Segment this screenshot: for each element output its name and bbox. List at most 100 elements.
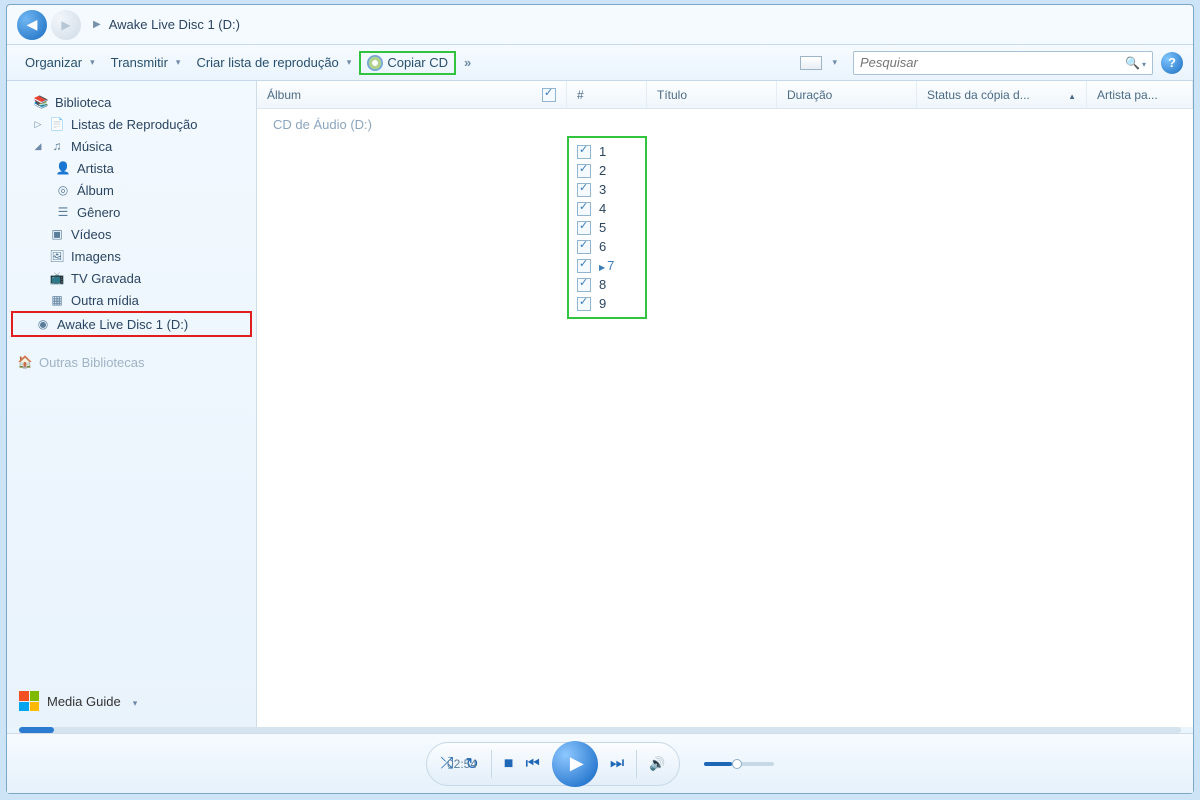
track-number: 1 (599, 144, 606, 159)
back-button[interactable] (17, 10, 47, 40)
track-checkbox-column: 1 2 3 4 5 6 7 8 9 (567, 136, 647, 319)
chevron-down-icon (129, 694, 138, 709)
divider (491, 750, 492, 778)
mute-button[interactable] (649, 756, 665, 772)
sidebar-disc-item[interactable]: ◉Awake Live Disc 1 (D:) (11, 311, 252, 337)
track-checkbox[interactable] (577, 183, 591, 197)
sidebar-other-media[interactable]: ▦Outra mídia (11, 289, 252, 311)
track-row[interactable]: 6 (569, 237, 645, 256)
sidebar-music[interactable]: ◢♫Música (11, 135, 252, 157)
track-number: 4 (599, 201, 606, 216)
track-row[interactable]: 8 (569, 275, 645, 294)
play-button[interactable] (552, 741, 598, 787)
track-checkbox[interactable] (577, 221, 591, 235)
sidebar-album[interactable]: ◎Álbum (11, 179, 252, 201)
track-number: 2 (599, 163, 606, 178)
sidebar-other-libraries[interactable]: 🏠Outras Bibliotecas (11, 351, 252, 373)
elapsed-time: 02:54 (447, 757, 477, 771)
sidebar-images[interactable]: 🖼Imagens (11, 245, 252, 267)
col-number[interactable]: # (567, 81, 647, 108)
nav-bar: Awake Live Disc 1 (D:) (7, 5, 1193, 45)
search-dropdown-icon (1140, 55, 1146, 70)
sidebar-artist[interactable]: 👤Artista (11, 157, 252, 179)
forward-button[interactable] (51, 10, 81, 40)
video-icon: ▣ (49, 226, 65, 242)
track-number: 5 (599, 220, 606, 235)
chevron-double-right-icon (464, 55, 471, 70)
artist-icon: 👤 (55, 160, 71, 176)
track-checkbox[interactable] (577, 202, 591, 216)
sidebar-videos[interactable]: ▣Vídeos (11, 223, 252, 245)
track-checkbox[interactable] (577, 240, 591, 254)
col-duration[interactable]: Duração (777, 81, 917, 108)
image-icon: 🖼 (49, 248, 65, 264)
volume-control[interactable] (704, 762, 774, 766)
track-number: 3 (599, 182, 606, 197)
search-input[interactable] (860, 55, 1125, 70)
other-media-icon: ▦ (49, 292, 65, 308)
sidebar-genre[interactable]: ☰Gênero (11, 201, 252, 223)
track-row[interactable]: 1 (569, 142, 645, 161)
track-checkbox[interactable] (577, 278, 591, 292)
help-button[interactable]: ? (1161, 52, 1183, 74)
rip-cd-button[interactable]: Copiar CD (359, 51, 456, 75)
col-artist[interactable]: Artista pa... (1087, 81, 1193, 108)
column-headers: Álbum # Título Duração Status da cópia d… (257, 81, 1193, 109)
playlist-icon: 📄 (49, 116, 65, 132)
view-options-button[interactable] (792, 52, 845, 74)
toolbar: Organizar Transmitir Criar lista de repr… (7, 45, 1193, 81)
track-checkbox[interactable] (577, 164, 591, 178)
overflow-button[interactable] (456, 51, 479, 74)
search-box[interactable] (853, 51, 1153, 75)
breadcrumb[interactable]: Awake Live Disc 1 (D:) (109, 17, 240, 32)
stream-menu[interactable]: Transmitir (103, 51, 189, 74)
track-number: 6 (599, 239, 606, 254)
rip-cd-label: Copiar CD (387, 55, 448, 70)
divider (636, 750, 637, 778)
track-number: 9 (599, 296, 606, 311)
genre-icon: ☰ (55, 204, 71, 220)
track-row[interactable]: 9 (569, 294, 645, 313)
create-playlist-menu[interactable]: Criar lista de reprodução (188, 51, 359, 74)
music-icon: ♫ (49, 138, 65, 154)
cd-icon (367, 55, 383, 71)
track-checkbox[interactable] (577, 297, 591, 311)
player-controls: 02:54 (7, 733, 1193, 793)
track-number: 7 (599, 258, 614, 273)
tv-icon: 📺 (49, 270, 65, 286)
disc-icon: ◉ (35, 316, 51, 332)
album-icon: ◎ (55, 182, 71, 198)
group-label: CD de Áudio (D:) (257, 109, 1193, 136)
library-icon: 📚 (33, 94, 49, 110)
view-icon (800, 56, 822, 70)
track-row[interactable]: 2 (569, 161, 645, 180)
track-row[interactable]: 3 (569, 180, 645, 199)
previous-button[interactable] (525, 755, 539, 773)
arrow-right-icon (61, 17, 70, 32)
sidebar-recorded-tv[interactable]: 📺TV Gravada (11, 267, 252, 289)
col-title[interactable]: Título (647, 81, 777, 108)
sidebar: 📚Biblioteca ▷📄Listas de Reprodução ◢♫Mús… (7, 81, 257, 727)
network-icon: 🏠 (17, 354, 33, 370)
organize-menu[interactable]: Organizar (17, 51, 103, 74)
track-row[interactable]: 4 (569, 199, 645, 218)
volume-slider[interactable] (704, 762, 774, 766)
main-pane: Álbum # Título Duração Status da cópia d… (257, 81, 1193, 727)
col-album[interactable]: Álbum (257, 81, 567, 108)
stop-button[interactable] (504, 755, 514, 773)
track-number: 8 (599, 277, 606, 292)
track-row[interactable]: 5 (569, 218, 645, 237)
track-checkbox[interactable] (577, 259, 591, 273)
track-row[interactable]: 7 (569, 256, 645, 275)
media-guide-button[interactable]: Media Guide (11, 685, 252, 717)
select-all-checkbox[interactable] (542, 88, 556, 102)
sort-asc-icon (1068, 88, 1076, 102)
next-button[interactable] (610, 755, 624, 773)
windows-logo-icon (19, 691, 39, 711)
sidebar-library[interactable]: 📚Biblioteca (11, 91, 252, 113)
track-checkbox[interactable] (577, 145, 591, 159)
now-playing-icon (599, 258, 607, 273)
wmp-window: Awake Live Disc 1 (D:) Organizar Transmi… (6, 4, 1194, 794)
sidebar-playlists[interactable]: ▷📄Listas de Reprodução (11, 113, 252, 135)
col-rip-status[interactable]: Status da cópia d... (917, 81, 1087, 108)
